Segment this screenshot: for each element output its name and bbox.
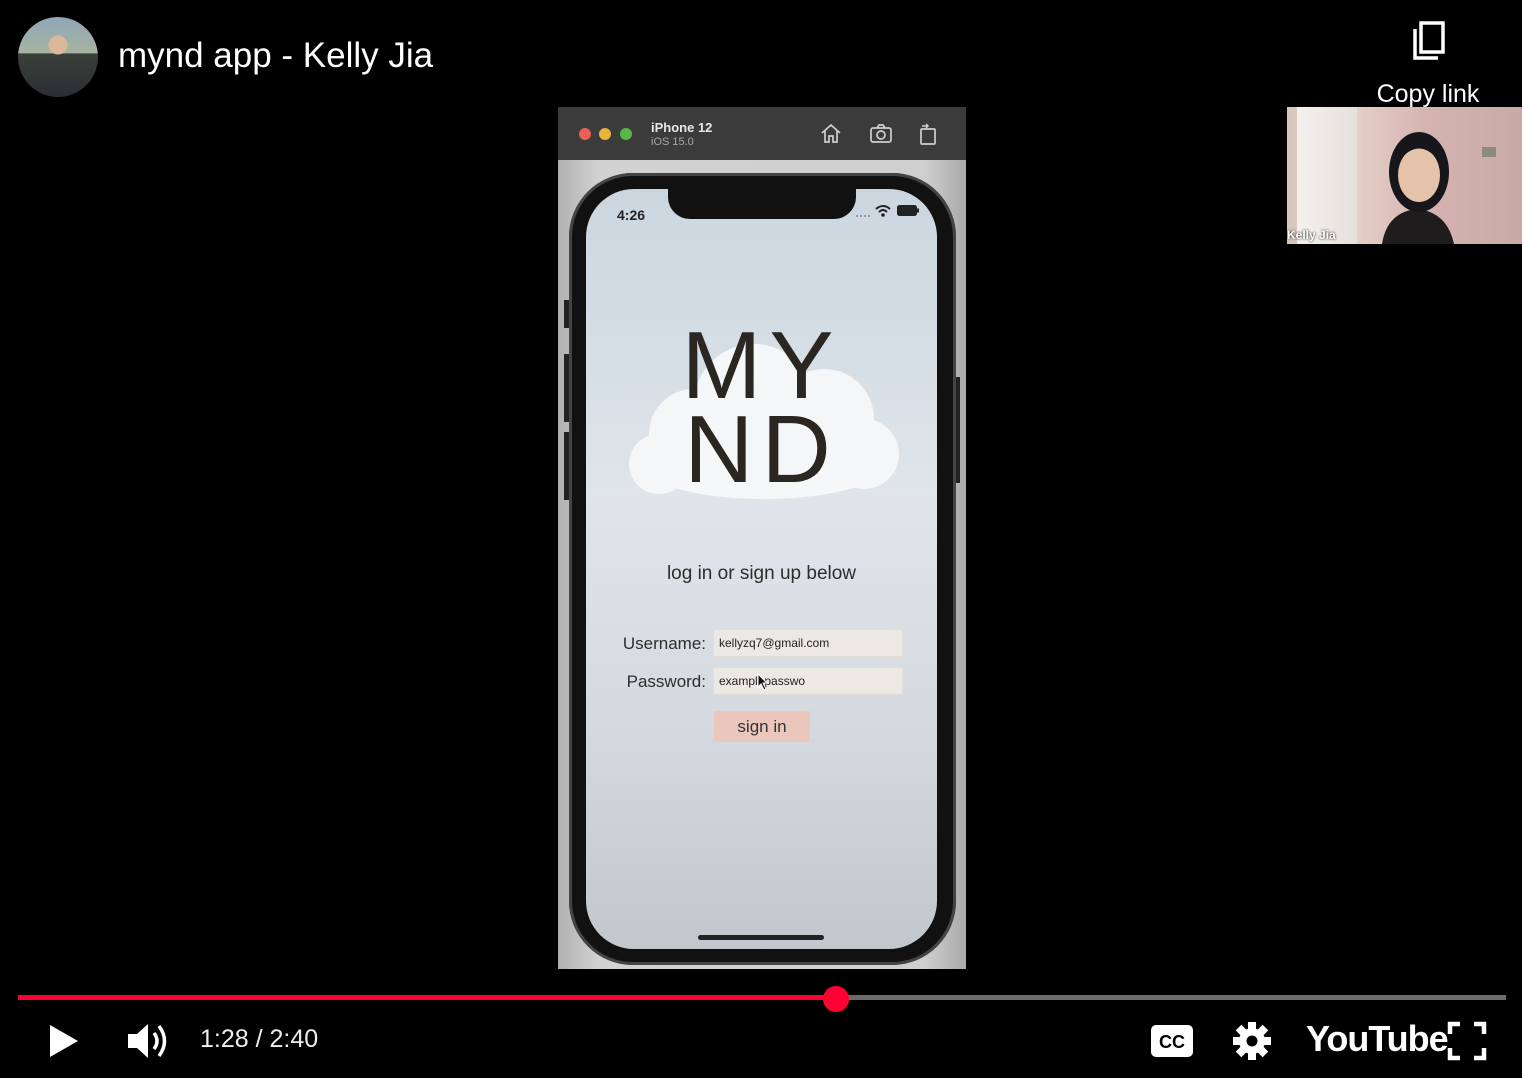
sign-in-button[interactable]: sign in	[714, 711, 810, 742]
ios-simulator-window: iPhone 12 iOS 15.0 4:26 MY ND log in or …	[558, 107, 966, 969]
webcam-overlay: Kelly Jia	[1287, 107, 1522, 244]
progress-played	[18, 995, 836, 1000]
app-logo-line2: ND	[684, 396, 839, 503]
username-field[interactable]: kellyzq7@gmail.com	[713, 629, 903, 657]
login-tagline: log in or sign up below	[666, 563, 857, 584]
presenter-video	[1382, 132, 1454, 244]
zoom-window-button[interactable]	[620, 128, 632, 140]
mouse-cursor-icon	[757, 673, 769, 691]
participant-name: Kelly Jia	[1287, 228, 1336, 242]
home-indicator	[698, 935, 824, 940]
channel-avatar[interactable]	[18, 17, 98, 97]
copy-link-label: Copy link	[1376, 80, 1480, 108]
svg-text:CC: CC	[1159, 1032, 1185, 1052]
status-bar-time: 4:26	[617, 207, 646, 223]
play-icon[interactable]	[44, 1021, 84, 1061]
copy-link-button[interactable]: Copy link	[1366, 18, 1490, 110]
rotate-icon[interactable]	[916, 122, 940, 146]
username-label: Username:	[622, 634, 706, 653]
password-label: Password:	[626, 672, 706, 691]
video-title[interactable]: mynd app - Kelly Jia	[118, 36, 433, 76]
wifi-icon	[875, 205, 891, 217]
home-icon[interactable]	[819, 122, 843, 146]
phone-notch	[668, 189, 856, 219]
youtube-logo[interactable]: YouTube	[1306, 1018, 1449, 1060]
phone-screen: 4:26 MY ND log in or sign up below Usern…	[586, 189, 937, 949]
password-field[interactable]: examplepasswo	[713, 667, 903, 695]
fullscreen-icon[interactable]	[1447, 1021, 1487, 1061]
simulator-device-name: iPhone 12	[651, 120, 713, 135]
cc-icon[interactable]: CC	[1150, 1024, 1194, 1058]
time-display: 1:28 / 2:40	[200, 1025, 319, 1053]
minimize-window-button[interactable]	[599, 128, 611, 140]
simulator-titlebar: iPhone 12 iOS 15.0	[558, 107, 966, 160]
progress-scrubber-handle[interactable]	[823, 986, 849, 1012]
screenshot-icon[interactable]	[869, 122, 893, 146]
close-window-button[interactable]	[579, 128, 591, 140]
copy-icon	[1413, 21, 1445, 60]
simulator-os-version: iOS 15.0	[651, 136, 694, 148]
settings-icon[interactable]	[1232, 1021, 1272, 1061]
battery-icon	[897, 205, 919, 216]
volume-icon[interactable]	[126, 1019, 172, 1063]
